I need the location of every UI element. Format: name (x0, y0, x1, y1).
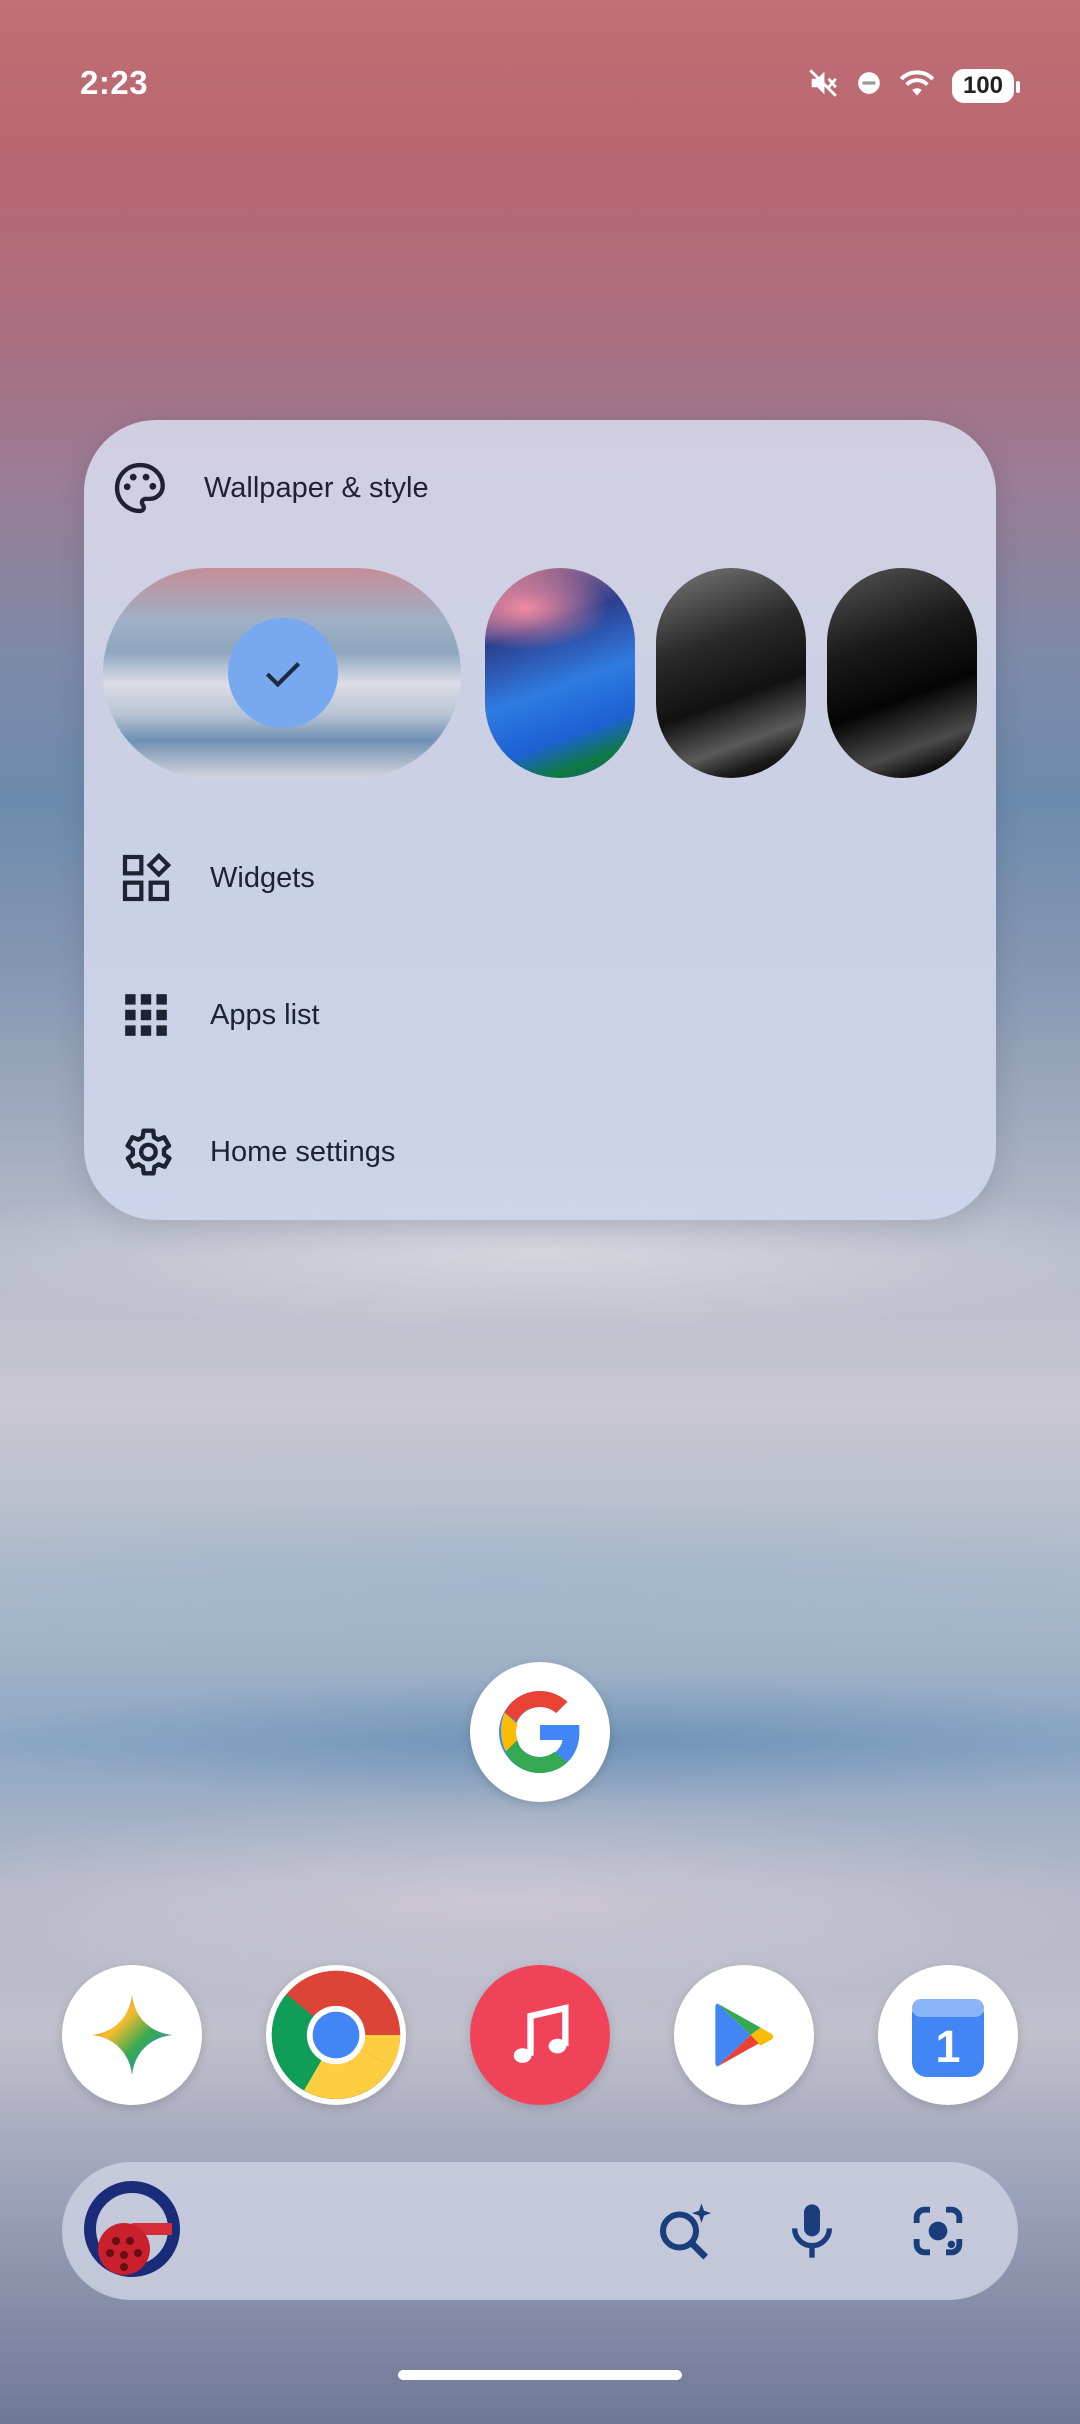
selected-check-icon (228, 618, 338, 728)
ai-search-icon[interactable] (645, 2191, 725, 2271)
music-app-icon[interactable] (470, 1965, 610, 2105)
gear-icon (116, 1122, 176, 1182)
apps-list-label: Apps list (210, 998, 320, 1031)
widgets-label: Widgets (210, 861, 315, 894)
battery-indicator: 100 (951, 68, 1021, 103)
chrome-app-icon[interactable] (266, 1965, 406, 2105)
microphone-icon[interactable] (772, 2191, 852, 2271)
calendar-day: 1 (935, 2021, 960, 2072)
lens-camera-icon[interactable] (898, 2191, 978, 2271)
google-logo-icon[interactable] (84, 2181, 184, 2281)
home-settings-item[interactable]: Home settings (116, 1112, 395, 1192)
google-app-icon[interactable] (470, 1662, 610, 1802)
wallpaper-thumb-2[interactable] (485, 568, 635, 778)
palette-icon (110, 458, 170, 518)
do-not-disturb-icon (856, 70, 882, 101)
app-dock: 1 (0, 1965, 1080, 2105)
home-settings-label: Home settings (210, 1135, 396, 1168)
wallpaper-style-label: Wallpaper & style (204, 471, 429, 504)
widgets-item[interactable]: Widgets (116, 838, 315, 918)
wallpaper-thumb-4[interactable] (827, 568, 977, 778)
gesture-home-bar[interactable] (398, 2370, 682, 2380)
calendar-app-icon[interactable]: 1 (878, 1965, 1018, 2105)
gemini-app-icon[interactable] (62, 1965, 202, 2105)
mute-icon (806, 66, 840, 105)
play-store-app-icon[interactable] (674, 1965, 814, 2105)
wallpaper-thumb-selected[interactable] (103, 568, 461, 778)
wallpaper-style-item[interactable]: Wallpaper & style (110, 448, 429, 528)
status-icons: 100 (806, 66, 1021, 105)
apps-grid-icon (116, 985, 176, 1045)
wifi-icon (898, 66, 936, 105)
home-long-press-menu (84, 420, 996, 1220)
wallpaper-carousel (103, 568, 983, 778)
status-time: 2:23 (80, 64, 149, 101)
search-bar[interactable] (62, 2162, 1018, 2300)
wallpaper-thumb-3[interactable] (656, 568, 806, 778)
status-bar: 2:23 100 (0, 60, 1080, 110)
widgets-icon (116, 848, 176, 908)
apps-list-item[interactable]: Apps list (116, 975, 320, 1055)
